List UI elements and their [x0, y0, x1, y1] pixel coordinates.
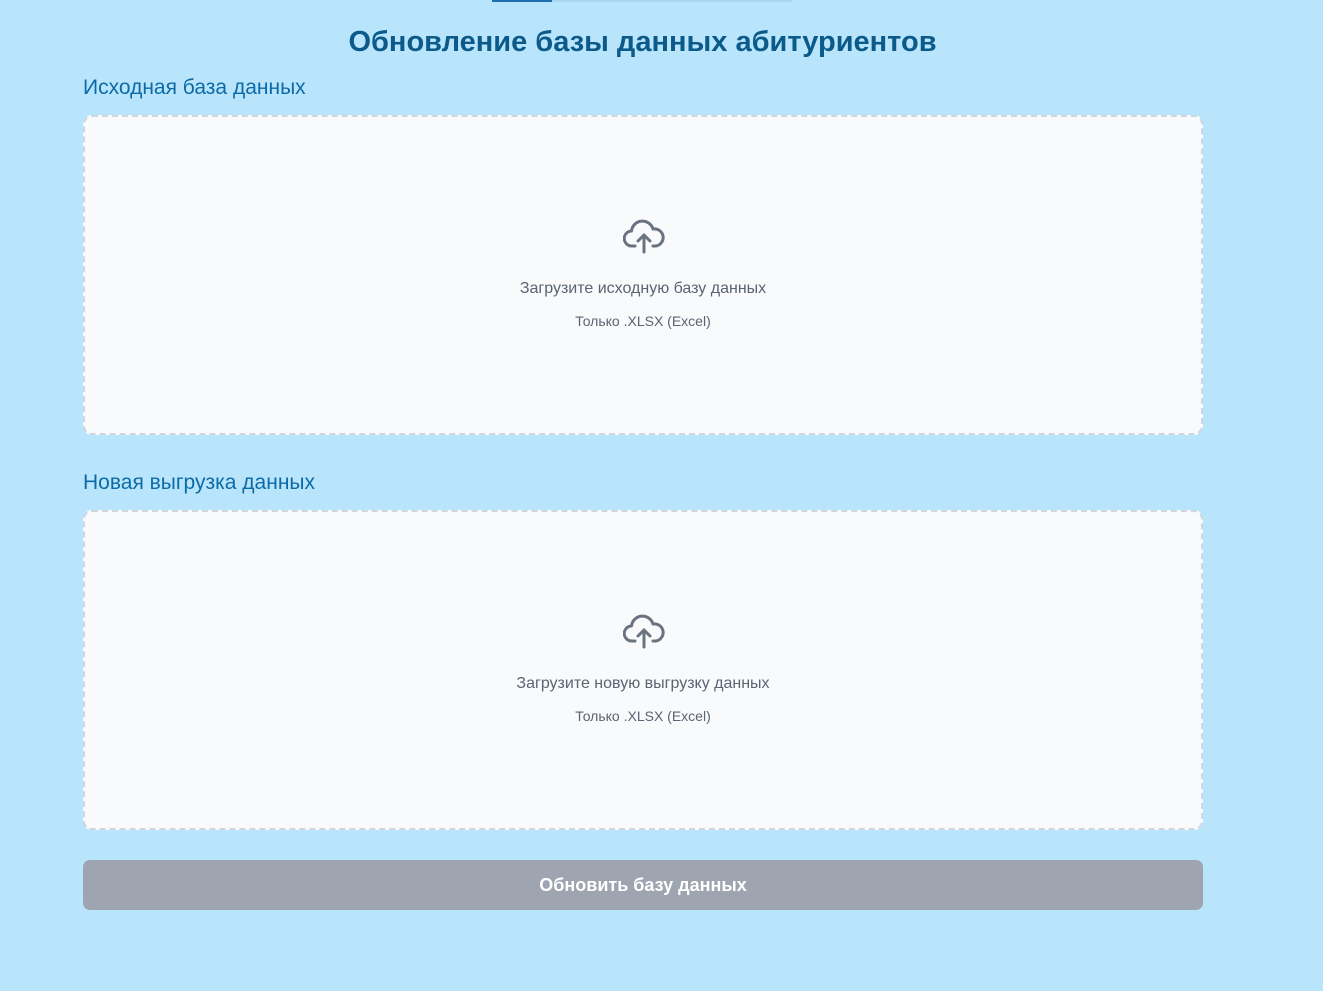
dropzone-title: Загрузите исходную базу данных — [519, 280, 767, 297]
cloud-upload-icon — [622, 613, 665, 649]
update-database-button[interactable]: Обновить базу данных — [83, 860, 1203, 910]
dropzone-file-type-hint: Только .XLSX (Excel) — [575, 313, 711, 329]
section-heading-source-db: Исходная база данных — [83, 76, 306, 99]
dropzone-file-type-hint: Только .XLSX (Excel) — [575, 708, 711, 724]
section-heading-new-export: Новая выгрузка данных — [83, 471, 316, 494]
top-tab-indicator — [492, 0, 792, 2]
page-title: Обновление базы данных абитуриентов — [348, 26, 937, 58]
new-export-dropzone[interactable]: Загрузите новую выгрузку данных Только .… — [83, 510, 1203, 830]
dropzone-title: Загрузите новую выгрузку данных — [516, 675, 770, 692]
cloud-upload-icon — [622, 218, 665, 254]
active-tab-underline — [492, 0, 552, 2]
source-db-dropzone[interactable]: Загрузите исходную базу данных Только .X… — [83, 115, 1203, 435]
